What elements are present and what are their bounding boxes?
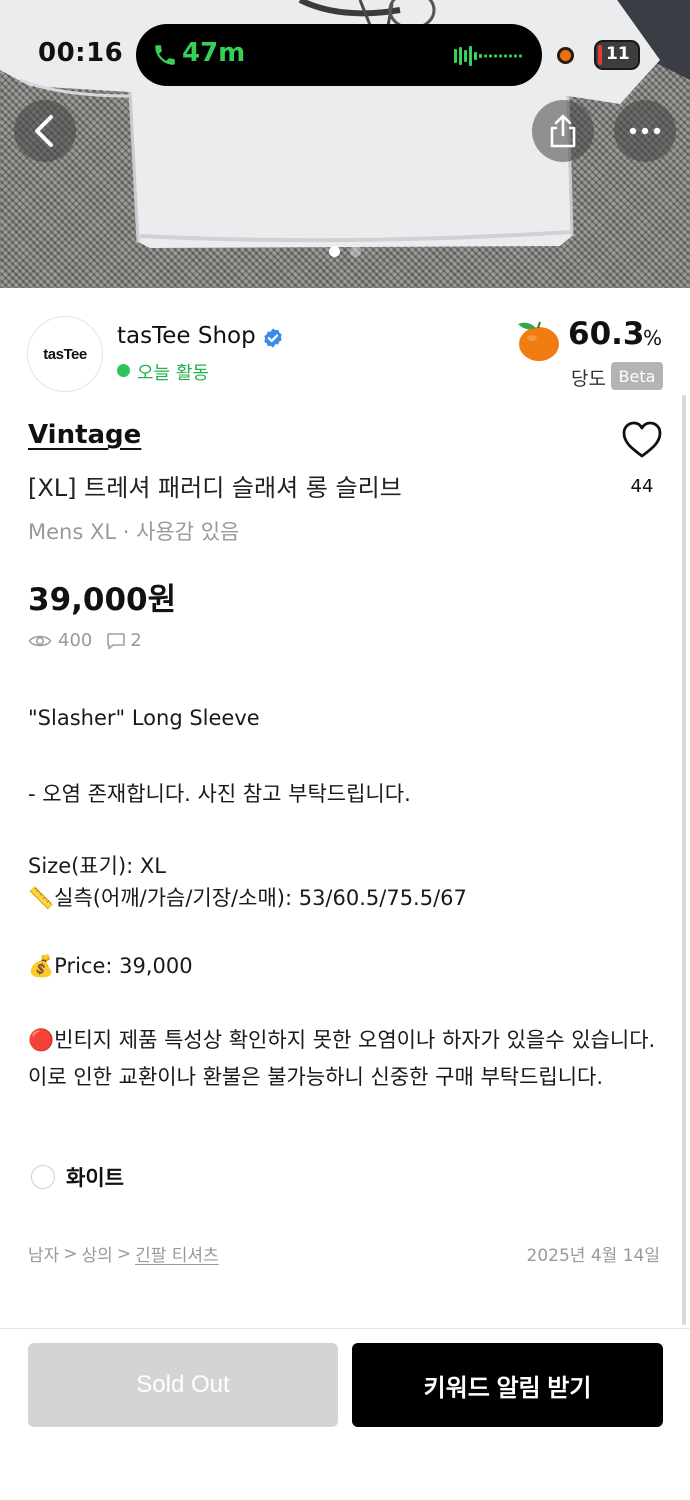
call-activity-pill[interactable]: 47m <box>136 24 542 86</box>
audio-wave-icon <box>454 46 522 66</box>
battery-indicator: 11 <box>594 40 640 70</box>
description-line: "Slasher" Long Sleeve <box>28 706 260 730</box>
description-line: 📏실측(어깨/가슴/기장/소매): 53/60.5/75.5/67 <box>28 886 467 910</box>
shop-name[interactable]: tasTee Shop <box>117 323 256 349</box>
sweetness-unit: % <box>643 326 663 350</box>
beta-badge: Beta <box>611 362 663 390</box>
recording-indicator <box>557 47 574 64</box>
gallery-dot-active[interactable] <box>329 246 340 257</box>
description-line: - 오염 존재합니다. 사진 참고 부탁드립니다. <box>28 782 411 806</box>
back-button[interactable] <box>14 100 76 162</box>
bottom-divider <box>0 1328 690 1329</box>
activity-status-dot <box>117 364 130 377</box>
description-line: 💰Price: 39,000 <box>28 954 193 978</box>
phone-icon <box>155 45 175 65</box>
breadcrumb-item[interactable]: 남자 <box>28 1241 59 1266</box>
eye-icon <box>28 635 52 646</box>
tangerine-icon <box>518 321 559 361</box>
breadcrumb-separator: > <box>63 1243 78 1264</box>
product-price: 39,000원 <box>28 582 177 618</box>
product-title: [XL] 트레셔 패러디 슬래셔 롱 슬리브 <box>28 474 402 502</box>
posted-date: 2025년 4월 14일 <box>526 1246 660 1266</box>
product-stats: 400 2 <box>28 630 142 651</box>
description-line: Size(표기): XL <box>28 854 166 878</box>
shop-avatar[interactable]: tasTee <box>27 316 103 392</box>
status-time: 00:16 <box>38 38 124 68</box>
keyword-alert-button[interactable]: 키워드 알림 받기 <box>352 1343 663 1427</box>
breadcrumb-item[interactable]: 상의 <box>82 1241 113 1266</box>
verified-badge-icon <box>264 328 282 348</box>
shop-activity-status: 오늘 활동 <box>137 363 209 384</box>
more-icon <box>629 127 661 135</box>
call-duration: 47m <box>182 38 246 68</box>
scrollbar[interactable] <box>682 395 686 1325</box>
product-meta: Mens XL · 사용감 있음 <box>28 520 240 544</box>
gallery-pagination <box>0 246 690 262</box>
share-button[interactable] <box>532 100 594 162</box>
share-icon <box>550 114 576 148</box>
battery-level: 11 <box>606 44 630 64</box>
product-image-gallery[interactable]: 00:16 47m 11 <box>0 0 690 288</box>
sweetness-value: 60.3 <box>568 316 645 352</box>
brand-link[interactable]: Vintage <box>28 420 141 450</box>
battery-level-bar <box>598 45 602 65</box>
sold-out-button[interactable]: Sold Out <box>28 1343 338 1427</box>
sweetness-label: 당도 <box>571 368 606 390</box>
color-option-radio[interactable] <box>31 1165 55 1189</box>
view-count: 400 <box>58 630 93 651</box>
like-count: 44 <box>630 476 654 497</box>
color-option-label: 화이트 <box>66 1166 124 1190</box>
shop-logo-text: tasTee <box>43 345 87 363</box>
breadcrumb: 남자 > 상의 > 긴팔 티셔츠 <box>28 1241 219 1267</box>
description-notice: 🔴빈티지 제품 특성상 확인하지 못한 오염이나 하자가 있을수 있습니다. 이… <box>28 1028 656 1089</box>
comment-count: 2 <box>130 630 142 651</box>
chevron-left-icon <box>35 115 53 147</box>
more-button[interactable] <box>614 100 676 162</box>
gallery-dot[interactable] <box>350 246 361 257</box>
breadcrumb-item-current[interactable]: 긴팔 티셔츠 <box>135 1241 219 1266</box>
heart-icon[interactable] <box>621 420 663 460</box>
chat-icon <box>107 632 126 649</box>
breadcrumb-separator: > <box>116 1243 132 1264</box>
